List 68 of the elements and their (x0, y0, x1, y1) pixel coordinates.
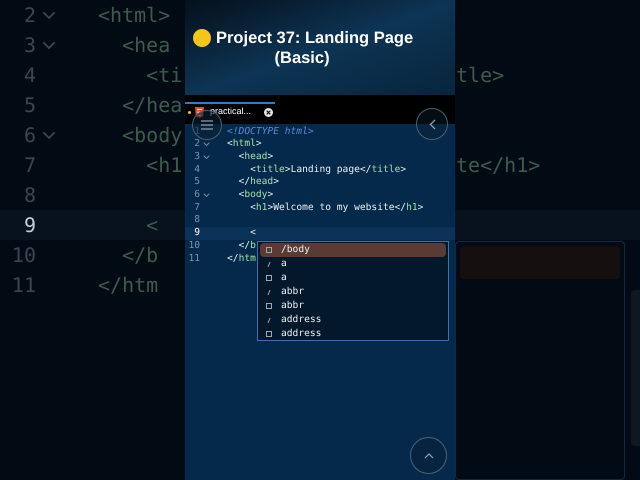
tab-label: practical... (210, 105, 252, 118)
suggestion-item[interactable]: a (260, 257, 446, 271)
suggestion-item[interactable]: a (260, 271, 446, 285)
suggestion-item[interactable]: abbr (260, 285, 446, 299)
line-number: 9 (22, 212, 36, 239)
square-icon (266, 331, 272, 337)
fold-chevron-icon[interactable] (203, 142, 210, 147)
line-number: 8 (22, 182, 36, 209)
chevron-up-icon (424, 452, 434, 458)
fold-chevron-icon[interactable] (203, 193, 210, 198)
line-number: 11 (10, 272, 36, 299)
line-number: 6 (193, 188, 200, 202)
suggestion-item[interactable]: address (260, 327, 446, 341)
square-icon (266, 247, 272, 253)
code-text: </b (121, 242, 158, 269)
line-number: 5 (22, 92, 36, 119)
suggestion-item[interactable]: /body (260, 243, 446, 257)
code-text: <body (121, 122, 182, 149)
back-button[interactable] (416, 108, 448, 140)
line-number: 11 (187, 252, 200, 266)
line-number: 7 (193, 200, 200, 214)
line-number: 5 (193, 175, 200, 190)
code-text: <ti (145, 62, 182, 89)
code-line: <h1>Welcome to my website</h1> (249, 200, 424, 215)
code-line: </b (238, 238, 256, 253)
line-number: 9 (193, 226, 200, 240)
slash-icon (266, 288, 272, 296)
code-line: <body> (238, 188, 274, 202)
line-number: 3 (22, 32, 36, 59)
html-file-icon (195, 106, 204, 118)
code-text: </htm (98, 272, 158, 299)
line-number: 2 (193, 137, 200, 152)
code-text: </hea (121, 92, 182, 119)
line-number: 4 (22, 62, 36, 89)
code-line: < (249, 226, 256, 240)
line-number: 6 (22, 122, 36, 149)
line-number: 7 (22, 152, 36, 179)
fold-chevron-icon[interactable] (203, 155, 210, 160)
code-line: <!DOCTYPE html> (227, 124, 314, 138)
close-icon[interactable] (264, 108, 274, 116)
code-line: <head> (238, 150, 274, 164)
code-text: <hea (121, 32, 170, 59)
square-icon (266, 303, 272, 309)
square-icon (266, 275, 272, 281)
line-number: 3 (193, 150, 200, 164)
line-number: 8 (193, 213, 200, 228)
menu-icon (201, 120, 213, 130)
suggestion-item[interactable]: abbr (260, 299, 446, 313)
line-number: 4 (193, 162, 200, 177)
slash-icon (266, 260, 272, 268)
line-number: 10 (10, 242, 36, 269)
code-line: <html> (227, 137, 262, 152)
code-text: te</h1> (456, 152, 540, 179)
code-line: <title>Landing page</title> (249, 162, 406, 176)
code-line: </htm (227, 252, 256, 266)
slash-icon (266, 316, 272, 324)
dot-icon (193, 29, 211, 47)
code-line: </head> (238, 175, 279, 190)
line-number: 10 (187, 238, 200, 253)
code-text: tle> (456, 62, 504, 89)
code-text: <h1 (145, 152, 182, 179)
chevron-left-icon (428, 118, 436, 130)
video-title: Project 37: Landing Page (216, 28, 414, 48)
code-text: <html> (98, 2, 170, 29)
video-title: (Basic) (274, 48, 330, 68)
code-text: < (145, 212, 158, 239)
suggestion-item[interactable]: address (260, 313, 446, 327)
line-number: 2 (22, 2, 36, 29)
